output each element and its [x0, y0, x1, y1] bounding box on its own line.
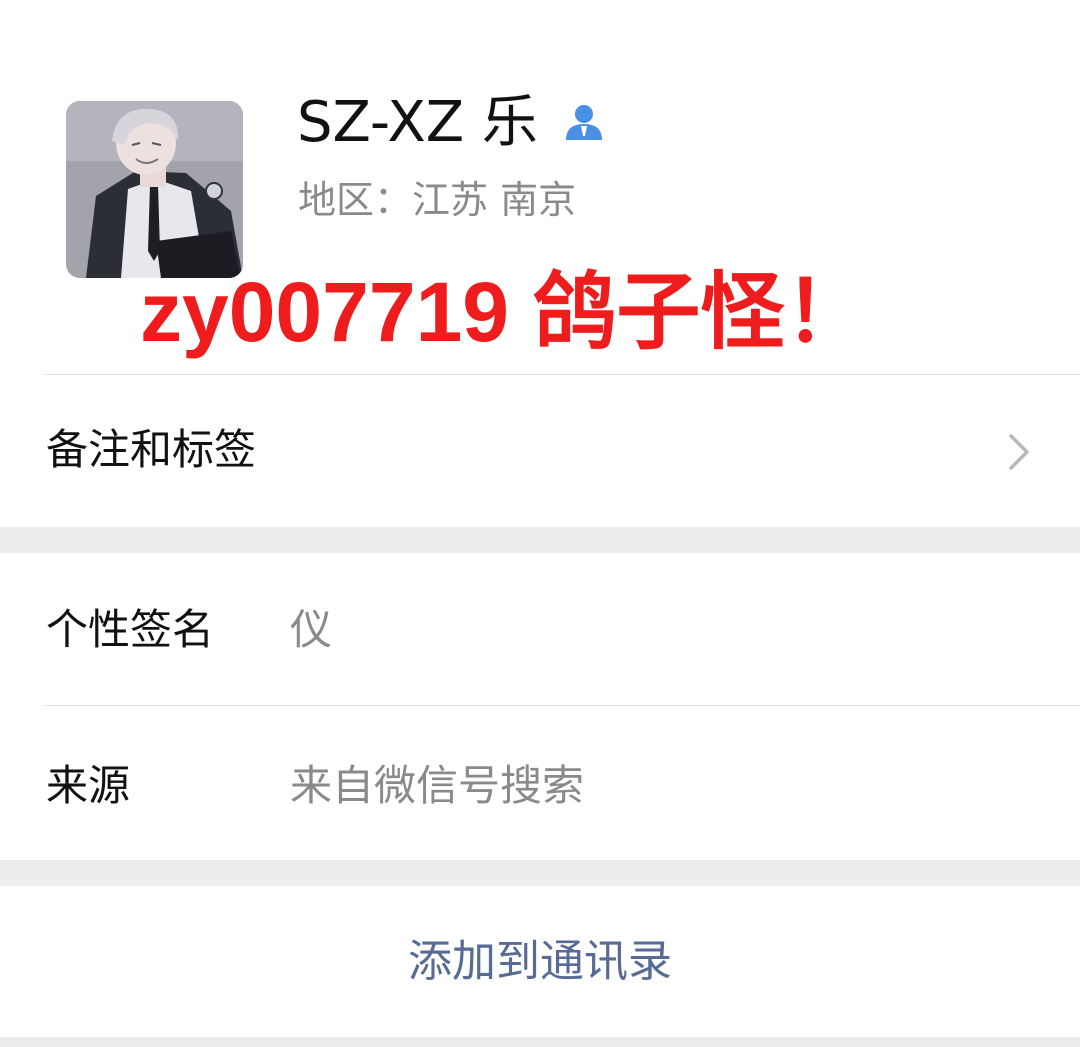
region: 地区：江苏 南京: [298, 176, 576, 224]
person-icon: [566, 105, 602, 140]
remark-and-tags-label: 备注和标签: [46, 425, 257, 474]
signature-label: 个性签名: [46, 605, 215, 654]
nickname: SZ-XZ 乐: [297, 90, 538, 155]
action-section: 添加到通讯录: [0, 886, 1080, 1037]
avatar[interactable]: [66, 101, 243, 278]
source-label: 来源: [46, 761, 131, 810]
chevron-right-icon: [1009, 434, 1029, 470]
signature-value: 仪: [290, 605, 333, 654]
region-label: 地区：: [298, 178, 413, 222]
info-section: 个性签名 仪 来源 来自微信号搜索: [0, 553, 1080, 860]
divider: [44, 705, 1080, 706]
add-to-contacts-button[interactable]: 添加到通讯录: [0, 886, 1080, 1037]
avatar-image: [66, 101, 243, 278]
profile-header: SZ-XZ 乐 地区：江苏 南京 zy007719 鸽子怪！ 备注和标签: [0, 0, 1080, 527]
red-overlay-annotation: zy007719 鸽子怪！: [140, 265, 869, 359]
source-value: 来自微信号搜索: [290, 761, 585, 810]
remark-and-tags-row[interactable]: 备注和标签: [0, 374, 1080, 527]
region-value: 江苏 南京: [412, 178, 577, 222]
